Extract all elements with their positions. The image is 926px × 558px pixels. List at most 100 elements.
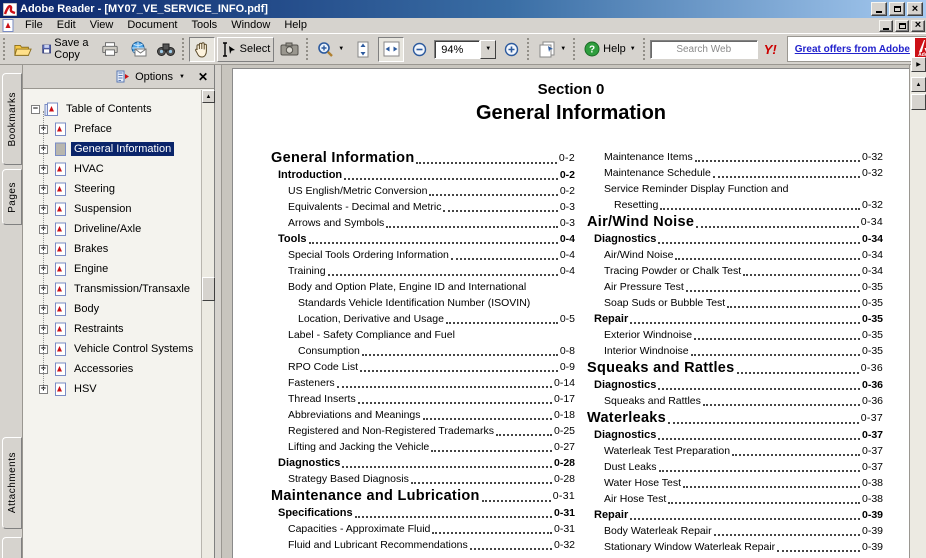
menu-tools[interactable]: Tools (185, 18, 225, 33)
panel-close-icon[interactable]: ✕ (198, 70, 208, 84)
yahoo-icon[interactable]: Y! (764, 42, 777, 57)
scroll-up-icon[interactable]: ▲ (911, 77, 926, 92)
toc-entry[interactable]: Water Hose Test0-38 (587, 475, 883, 491)
toc-entry[interactable]: Introduction0-2 (271, 167, 575, 183)
expand-icon[interactable]: + (39, 305, 48, 314)
doc-restore-button[interactable] (895, 20, 909, 32)
toc-entry[interactable]: Air/Wind Noise0-34 (587, 213, 883, 231)
expand-icon[interactable]: + (39, 365, 48, 374)
toolbar-gripper[interactable] (182, 38, 184, 60)
toc-entry[interactable]: Maintenance Items0-32 (587, 149, 883, 165)
bookmark-item[interactable]: +Suspension (35, 199, 200, 219)
toc-entry[interactable]: Registered and Non-Registered Trademarks… (271, 423, 575, 439)
toolbar-overflow-icon[interactable]: ▶ (911, 57, 926, 72)
toc-entry[interactable]: Diagnostics0-37 (587, 427, 883, 443)
bookmarks-scrollbar[interactable]: ▲ (201, 90, 214, 558)
toc-entry[interactable]: Specifications0-31 (271, 505, 575, 521)
toc-entry[interactable]: Tracing Powder or Chalk Test0-34 (587, 263, 883, 279)
expand-icon[interactable]: + (39, 285, 48, 294)
bookmark-item[interactable]: +Preface (35, 119, 200, 139)
search-button[interactable] (153, 37, 179, 62)
bookmark-item[interactable]: +General Information (35, 139, 200, 159)
toc-entry[interactable]: Fasteners0-14 (271, 375, 575, 391)
snapshot-button[interactable] (276, 37, 303, 62)
bookmark-item[interactable]: +Vehicle Control Systems (35, 339, 200, 359)
toc-entry[interactable]: Squeaks and Rattles0-36 (587, 393, 883, 409)
help-dropdown[interactable]: ▼ (630, 46, 636, 52)
toc-entry[interactable]: Waterleak Test Preparation0-37 (587, 443, 883, 459)
sidebar-tab-attachments[interactable]: Attachments (2, 437, 22, 529)
bookmark-item[interactable]: +Driveline/Axle (35, 219, 200, 239)
zoom-tool-dropdown[interactable]: ▼ (338, 46, 344, 52)
doc-close-button[interactable]: × (911, 20, 925, 32)
toc-entry[interactable]: Repair0-39 (587, 507, 883, 523)
open-button[interactable] (10, 37, 36, 62)
toc-entry[interactable]: Repair0-35 (587, 311, 883, 327)
toc-entry[interactable]: Maintenance and Lubrication0-31 (271, 487, 575, 505)
options-dropdown-arrow[interactable]: ▼ (179, 74, 185, 80)
toc-entry[interactable]: Lifting and Jacking the Vehicle0-27 (271, 439, 575, 455)
toc-entry[interactable]: Stationary Window Waterleak Repair0-39 (587, 539, 883, 555)
sidebar-tab-pages[interactable]: Pages (2, 169, 22, 225)
toc-entry[interactable]: Thread Inserts0-17 (271, 391, 575, 407)
menu-help[interactable]: Help (277, 18, 314, 33)
zoom-level-value[interactable]: 94% (434, 40, 480, 59)
fit-page-button[interactable] (350, 37, 376, 62)
sidebar-tab-partial[interactable] (2, 537, 22, 558)
bookmark-item[interactable]: +Body (35, 299, 200, 319)
bookmark-item[interactable]: +HSV (35, 379, 200, 399)
toc-entry[interactable]: US English/Metric Conversion0-2 (271, 183, 575, 199)
bookmark-item[interactable]: +Steering (35, 179, 200, 199)
expand-icon[interactable]: + (39, 185, 48, 194)
bookmark-root[interactable]: −Table of Contents (31, 99, 200, 119)
toc-entry[interactable]: Body Waterleak Repair0-39 (587, 523, 883, 539)
expand-icon[interactable]: + (39, 225, 48, 234)
toc-entry[interactable]: Service Reminder Display Function andRes… (587, 181, 883, 213)
zoom-in-button[interactable] (498, 37, 524, 62)
minimize-button[interactable] (871, 2, 887, 16)
doc-minimize-button[interactable] (879, 20, 893, 32)
toc-entry[interactable]: Fluid and Lubricant Recommendations0-32 (271, 537, 575, 553)
bookmarks-scroll-up-icon[interactable]: ▲ (202, 90, 215, 103)
expand-icon[interactable]: + (39, 265, 48, 274)
toolbar-gripper[interactable] (573, 38, 575, 60)
zoom-tool-button[interactable]: ▼ (313, 37, 348, 62)
toc-entry[interactable]: Diagnostics0-34 (587, 231, 883, 247)
bookmark-item[interactable]: +Accessories (35, 359, 200, 379)
toc-entry[interactable]: General Information0-2 (271, 149, 575, 167)
toc-entry[interactable]: Abbreviations and Meanings0-18 (271, 407, 575, 423)
expand-icon[interactable]: + (39, 145, 48, 154)
toc-entry[interactable]: Squeaks and Rattles0-36 (587, 359, 883, 377)
menu-window[interactable]: Window (224, 18, 277, 33)
bookmark-item[interactable]: +HVAC (35, 159, 200, 179)
collapse-icon[interactable]: − (31, 105, 40, 114)
bookmark-item[interactable]: +Engine (35, 259, 200, 279)
toc-entry[interactable]: Soap Suds or Bubble Test0-35 (587, 295, 883, 311)
toolbar-gripper[interactable] (3, 38, 5, 60)
page-layout-button[interactable]: ▼ (534, 37, 570, 62)
toc-entry[interactable]: Special Tools Ordering Information0-4 (271, 247, 575, 263)
expand-icon[interactable]: + (39, 165, 48, 174)
toc-entry[interactable]: Training0-4 (271, 263, 575, 279)
help-button[interactable]: ? Help ▼ (580, 37, 640, 62)
menu-file[interactable]: File (18, 18, 50, 33)
adobe-offers-link[interactable]: Great offers from Adobe (795, 44, 910, 55)
scroll-thumb[interactable] (911, 94, 926, 110)
toc-entry[interactable]: Air Pressure Test0-35 (587, 279, 883, 295)
toc-entry[interactable]: Waterleaks0-37 (587, 409, 883, 427)
bookmark-item[interactable]: +Transmission/Transaxle (35, 279, 200, 299)
menu-view[interactable]: View (83, 18, 121, 33)
email-button[interactable] (125, 37, 151, 62)
toolbar-gripper[interactable] (527, 38, 529, 60)
toc-entry[interactable]: Label - Safety Compliance and FuelConsum… (271, 327, 575, 359)
toc-entry[interactable]: RPO Code List0-9 (271, 359, 575, 375)
bookmarks-scroll-thumb[interactable] (202, 277, 215, 301)
fit-width-button[interactable] (378, 37, 404, 62)
save-a-copy-button[interactable]: Save a Copy (38, 37, 95, 62)
toolbar-gripper[interactable] (306, 38, 308, 60)
toc-entry[interactable]: Air Hose Test0-38 (587, 491, 883, 507)
toc-entry[interactable]: Diagnostics0-36 (587, 377, 883, 393)
toc-entry[interactable]: Maintenance Schedule0-32 (587, 165, 883, 181)
menu-edit[interactable]: Edit (50, 18, 83, 33)
expand-icon[interactable]: + (39, 125, 48, 134)
